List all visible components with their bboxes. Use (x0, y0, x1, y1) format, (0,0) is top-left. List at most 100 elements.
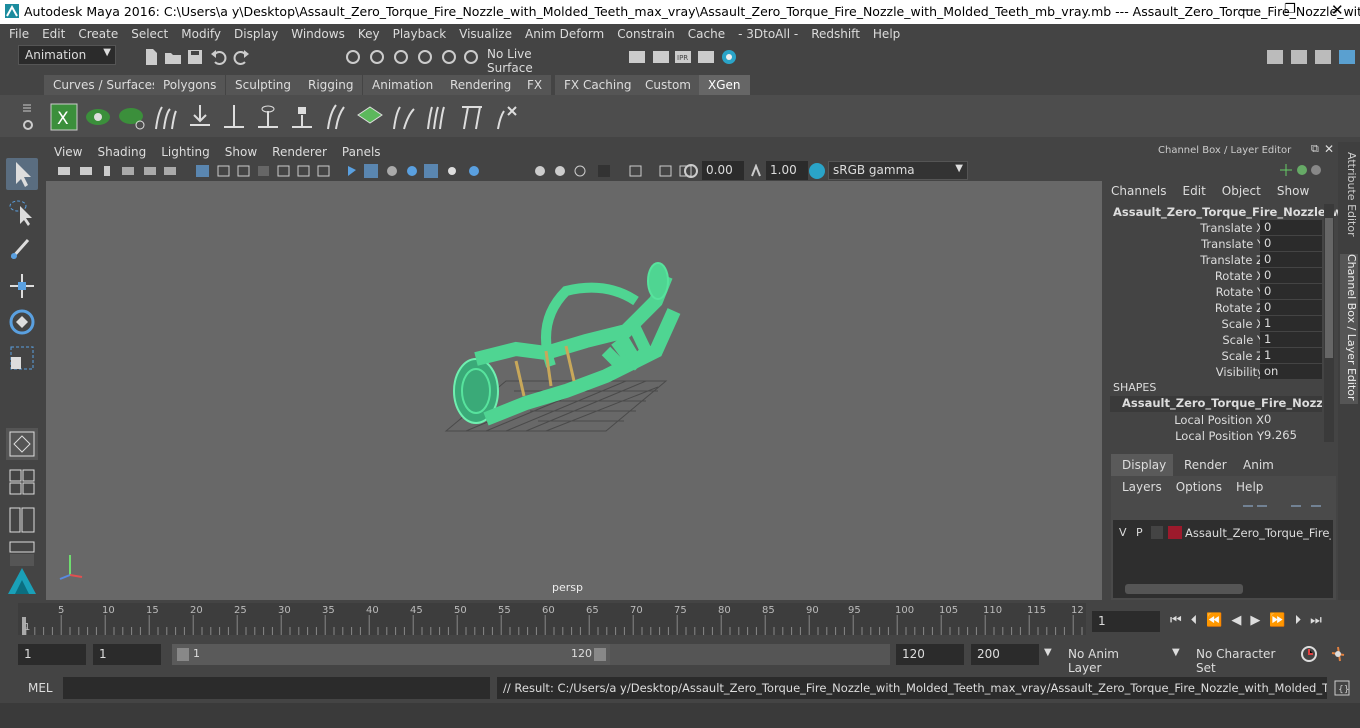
viewport-menu-lighting[interactable]: Lighting (161, 145, 210, 159)
step-forward-key-icon[interactable]: ⏩ (1269, 613, 1285, 628)
chevron-down-icon[interactable]: ▼ (1172, 647, 1180, 658)
attr-rotate-x[interactable]: Rotate X0 (1108, 268, 1322, 284)
command-input[interactable] (63, 677, 490, 699)
xgen-guide-bend-icon[interactable] (322, 103, 350, 131)
viewport-menu-panels[interactable]: Panels (342, 145, 381, 159)
save-scene-icon[interactable] (186, 48, 204, 66)
toggle-modeling-toolkit-icon[interactable] (1290, 48, 1308, 66)
layer-name[interactable]: Assault_Zero_Torque_Fire_N (1185, 526, 1331, 540)
attribute-editor-tab[interactable]: Attribute Editor (1340, 152, 1358, 242)
character-set-dropdown[interactable]: No Character Set (1190, 644, 1296, 675)
snap-view-icon[interactable] (416, 48, 434, 66)
layer-color-swatch[interactable] (1168, 526, 1182, 539)
xgen-logo[interactable] (6, 564, 38, 596)
layer-tab-render[interactable]: Render (1174, 454, 1230, 476)
render-view-icon[interactable] (697, 48, 715, 66)
open-scene-icon[interactable] (164, 48, 182, 66)
step-forward-frame-icon[interactable]: ⏵ (1295, 613, 1302, 628)
xgen-guide-visibility-icon[interactable] (254, 103, 282, 131)
go-to-end-icon[interactable]: ⏭ (1310, 613, 1322, 628)
close-button[interactable]: ✕ (1331, 1, 1344, 19)
attr-scale-y[interactable]: Scale Y1 (1108, 332, 1322, 348)
cb-menu-object[interactable]: Object (1222, 184, 1261, 198)
attr-rotate-z[interactable]: Rotate Z0 (1108, 300, 1322, 316)
rotate-tool[interactable] (6, 306, 38, 338)
maximize-button[interactable]: ❐ (1284, 2, 1296, 17)
menu-select[interactable]: Select (131, 27, 168, 41)
play-backwards-icon[interactable]: ◀ (1231, 613, 1241, 628)
auto-key-icon[interactable] (1300, 645, 1318, 663)
xgen-add-guide-icon[interactable] (152, 103, 180, 131)
attr-scale-z[interactable]: Scale Z1 (1108, 348, 1322, 364)
snap-point-icon[interactable] (392, 48, 410, 66)
toggle-attribute-editor-icon[interactable] (1314, 48, 1332, 66)
playback-start-field[interactable]: 1 (93, 644, 161, 665)
shelf-tab-polygons[interactable]: Polygons (154, 75, 227, 95)
snap-vertex-icon[interactable] (462, 48, 480, 66)
current-frame-field[interactable]: 1 (1092, 611, 1160, 632)
hypershade-icon[interactable] (720, 48, 738, 66)
attr-visibility[interactable]: Visibility on (1108, 364, 1322, 380)
xgen-normalize-guides-icon[interactable] (458, 103, 486, 131)
time-slider[interactable]: 5 10 15 20 25 30 35 40 45 50 55 60 65 70… (0, 603, 1360, 637)
perspective-viewport[interactable]: persp (46, 181, 1102, 600)
shelf-tab-animation[interactable]: Animation (363, 75, 444, 95)
attr-value[interactable]: 0 (1260, 300, 1322, 315)
channel-box-options-icon[interactable] (1278, 162, 1324, 178)
animation-preferences-icon[interactable] (1328, 645, 1348, 663)
float-panel-icon[interactable]: ⧉ (1311, 142, 1319, 156)
channel-box-tab[interactable]: Channel Box / Layer Editor (1340, 254, 1358, 404)
menu-create[interactable]: Create (78, 27, 118, 41)
script-editor-icon[interactable]: {} (1334, 680, 1350, 696)
attr-rotate-y[interactable]: Rotate Y0 (1108, 284, 1322, 300)
xgen-move-guide-icon[interactable] (186, 103, 214, 131)
channel-box-scrollbar[interactable] (1324, 204, 1334, 442)
ipr-render-icon[interactable]: IPR (674, 48, 692, 66)
chevron-down-icon[interactable]: ▼ (1044, 647, 1052, 658)
viewport-menu-renderer[interactable]: Renderer (272, 145, 327, 159)
layer-row[interactable]: V P Assault_Zero_Torque_Fire_N (1113, 524, 1333, 542)
outliner-layout[interactable] (6, 504, 38, 536)
menu-redshift[interactable]: Redshift (811, 27, 860, 41)
start-time-field[interactable]: 1 (18, 644, 86, 665)
xgen-guide-length-icon[interactable] (220, 103, 248, 131)
menu-file[interactable]: File (9, 27, 29, 41)
shelf-tab-fx[interactable]: FX (518, 75, 553, 95)
step-back-key-icon[interactable]: ⏪ (1206, 613, 1222, 628)
attr-value[interactable]: 1 (1260, 316, 1322, 331)
colorspace-dropdown[interactable]: sRGB gamma ▼ (828, 161, 968, 180)
xgen-preview-icon[interactable] (84, 103, 112, 131)
menu-anim-deform[interactable]: Anim Deform (525, 27, 604, 41)
layer-menu-options[interactable]: Options (1176, 480, 1222, 494)
range-slider[interactable]: 1 120 (172, 644, 610, 665)
xgen-select-guides-icon[interactable] (424, 103, 452, 131)
live-surface-field[interactable]: No Live Surface (481, 45, 579, 75)
cb-menu-edit[interactable]: Edit (1183, 184, 1206, 198)
single-perspective-layout[interactable] (6, 428, 38, 460)
render-frame-icon[interactable] (652, 48, 670, 66)
toggle-channel-box-icon[interactable] (1338, 48, 1356, 66)
menu-windows[interactable]: Windows (291, 27, 345, 41)
shelf-tab-curves-surfaces[interactable]: Curves / Surfaces (44, 75, 169, 95)
paint-select-tool[interactable] (6, 232, 38, 264)
minimize-button[interactable]: — (1240, 2, 1254, 18)
menu-playback[interactable]: Playback (393, 27, 447, 41)
menu-cache[interactable]: Cache (688, 27, 725, 41)
exposure-field[interactable]: 0.00 (702, 161, 744, 180)
shelf-tab-custom[interactable]: Custom (636, 75, 701, 95)
four-view-layout[interactable] (6, 466, 38, 498)
object-name[interactable]: Assault_Zero_Torque_Fire_Nozzle_wit... (1113, 205, 1360, 219)
layer-menu-layers[interactable]: Layers (1122, 480, 1162, 494)
shelf-tab-rigging[interactable]: Rigging (299, 75, 364, 95)
menuset-dropdown[interactable]: Animation ▼ (18, 45, 116, 65)
attr-scale-x[interactable]: Scale X1 (1108, 316, 1322, 332)
exposure-icon[interactable] (684, 164, 700, 178)
attr-value[interactable]: 0 (1260, 252, 1322, 267)
viewport-menu-view[interactable]: View (54, 145, 82, 159)
scale-tool[interactable] (6, 342, 38, 374)
render-settings-icon[interactable] (628, 48, 646, 66)
shelf-tab-fx-caching[interactable]: FX Caching (555, 75, 642, 95)
range-end-handle[interactable] (594, 648, 606, 661)
attr-value[interactable]: 9.265 (1260, 428, 1322, 443)
attr-value[interactable]: 0 (1260, 220, 1322, 235)
